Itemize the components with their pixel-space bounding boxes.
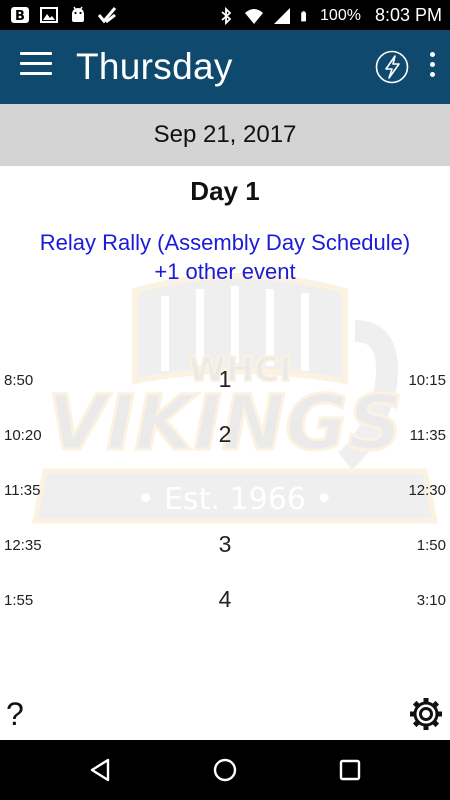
android-icon — [72, 6, 84, 22]
period-end-time: 3:10 — [416, 592, 446, 609]
hamburger-menu-icon[interactable] — [20, 52, 52, 82]
b-icon: B — [11, 7, 29, 24]
back-icon[interactable] — [86, 756, 114, 784]
lightning-circle-icon[interactable] — [375, 50, 409, 84]
period-end-time: 11:35 — [409, 427, 446, 444]
period-number: 1 — [218, 366, 232, 392]
day-label: Day 1 — [190, 176, 260, 206]
status-time: 8:03 PM — [374, 5, 442, 25]
status-bar: B 100% 8:03 PM — [0, 0, 450, 30]
schedule-row: 11:35 12:30 — [0, 476, 450, 506]
wifi-icon — [245, 8, 264, 24]
bluetooth-icon — [221, 6, 232, 25]
events-list[interactable]: Relay Rally (Assembly Day Schedule) +1 o… — [0, 228, 450, 286]
period-number: 3 — [218, 531, 232, 557]
period-end-time: 10:15 — [408, 372, 446, 389]
period-end-time: 1:50 — [416, 537, 446, 554]
status-left-icons: B — [10, 5, 117, 25]
home-icon[interactable] — [211, 756, 239, 784]
battery-icon — [301, 10, 307, 21]
image-icon — [40, 7, 58, 23]
more-vert-icon[interactable] — [424, 52, 440, 82]
system-nav-bar — [0, 740, 450, 800]
gear-icon[interactable] — [408, 696, 444, 732]
page-title: Thursday — [76, 46, 233, 87]
event-item[interactable]: Relay Rally (Assembly Day Schedule) — [0, 228, 450, 257]
app-bar: Thursday — [0, 30, 450, 104]
period-start-time: 11:35 — [4, 482, 41, 499]
battery-percent: 100% — [320, 6, 361, 24]
date-label: Sep 21, 2017 — [153, 121, 297, 148]
schedule-view: WHCI VIKINGS • Est. 1966 • Day 1 Relay R… — [0, 166, 450, 740]
schedule-row: 10:20 2 11:35 — [0, 421, 450, 451]
schedule-row: 1:55 4 3:10 — [0, 586, 450, 616]
period-number: 2 — [218, 421, 232, 447]
help-button[interactable]: ? — [6, 696, 30, 732]
svg-text:B: B — [15, 9, 25, 24]
status-right: 100% 8:03 PM — [216, 5, 442, 26]
check-send-icon — [97, 7, 117, 24]
date-bar[interactable]: Sep 21, 2017 — [0, 104, 450, 166]
recents-icon[interactable] — [336, 756, 364, 784]
period-number: 4 — [218, 586, 232, 612]
period-end-time: 12:30 — [408, 482, 446, 499]
signal-icon — [274, 7, 291, 24]
schedule-row: 8:50 1 10:15 — [0, 366, 450, 396]
schedule-row: 12:35 3 1:50 — [0, 531, 450, 561]
event-item[interactable]: +1 other event — [0, 257, 450, 286]
